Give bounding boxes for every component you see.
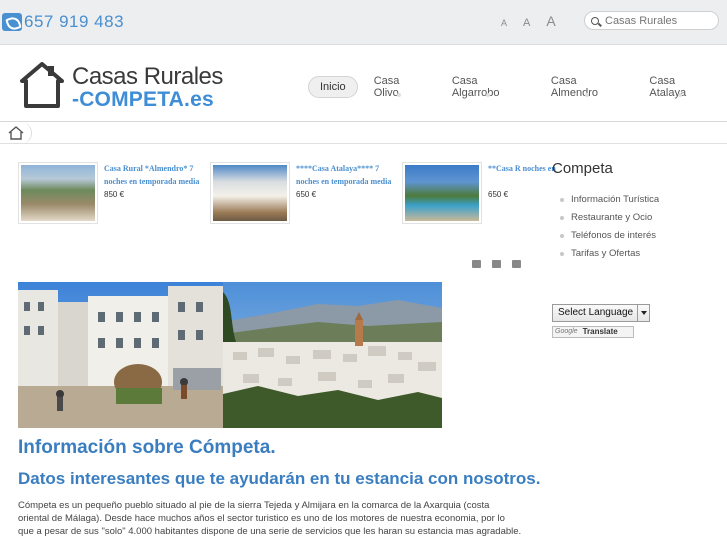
- page-subtitle: Datos interesantes que te ayudarán en tu…: [18, 469, 541, 488]
- featured-listings: Casa Rural *Almendro* 7 noches en tempor…: [18, 160, 594, 224]
- sidebar-item-telefonos[interactable]: Teléfonos de interés: [560, 227, 712, 245]
- search-input[interactable]: [605, 14, 713, 27]
- nav-label: Casa Almendro: [550, 75, 598, 99]
- home-breadcrumb[interactable]: [0, 122, 32, 144]
- chevron-down-icon: [637, 305, 649, 321]
- top-bar: 657 919 483 A A A: [0, 0, 727, 45]
- sidebar-item-restaurante-ocio[interactable]: Restaurante y Ocio: [560, 209, 712, 227]
- sidebar: Competa Información Turística Restaurant…: [552, 160, 712, 263]
- featured-title[interactable]: Casa Rural *Almendro* 7 noches en tempor…: [104, 162, 204, 188]
- breadcrumb: [0, 122, 727, 144]
- logo-line-1: Casas Rurales: [72, 63, 223, 90]
- nav-dot: [485, 93, 490, 97]
- translate-label: Translate: [582, 327, 618, 336]
- font-size-large-button[interactable]: A: [546, 13, 555, 29]
- site-logo[interactable]: Casas Rurales -COMPETA.es: [20, 60, 225, 112]
- nav-label: Casa Olivo: [373, 75, 400, 99]
- nav-item-casa-algarrobo[interactable]: Casa Algarrobo: [441, 71, 535, 103]
- pdf-icon[interactable]: [472, 260, 481, 268]
- featured-item[interactable]: Casa Rural *Almendro* 7 noches en tempor…: [18, 160, 210, 224]
- header: Casas Rurales -COMPETA.es Inicio Casa Ol…: [0, 46, 727, 122]
- font-size-small-button[interactable]: A: [501, 18, 507, 28]
- competa-photo-image: [18, 282, 442, 428]
- nav-label: Casa Algarrobo: [451, 75, 500, 99]
- phone-number: 657 919 483: [24, 12, 125, 31]
- article-tools: [472, 260, 521, 268]
- print-icon[interactable]: [492, 260, 501, 268]
- featured-thumbnail[interactable]: [402, 162, 482, 224]
- nav-dot: [397, 93, 402, 97]
- main-nav: Inicio Casa Olivo Casa Algarrobo Casa Al…: [308, 71, 727, 103]
- language-select[interactable]: Select Language: [552, 304, 650, 322]
- email-icon[interactable]: [512, 260, 521, 268]
- featured-title[interactable]: ****Casa Atalaya**** 7 noches en tempora…: [296, 162, 396, 188]
- featured-thumbnail[interactable]: [210, 162, 290, 224]
- language-select-value: Select Language: [558, 307, 634, 318]
- nav-label: Inicio: [320, 81, 346, 93]
- article-body: Cómpeta es un pequeño pueblo situado al …: [18, 500, 522, 537]
- nav-item-casa-olivo[interactable]: Casa Olivo: [363, 71, 436, 103]
- featured-item[interactable]: ****Casa Atalaya**** 7 noches en tempora…: [210, 160, 402, 224]
- home-icon: [8, 126, 24, 140]
- phone-icon: [2, 13, 22, 31]
- featured-price: 650 €: [296, 190, 317, 199]
- featured-price: 850 €: [104, 190, 125, 199]
- nav-item-inicio[interactable]: Inicio: [308, 76, 358, 98]
- nav-dot: [584, 93, 589, 97]
- nav-item-casa-almendro[interactable]: Casa Almendro: [540, 71, 634, 103]
- featured-thumbnail[interactable]: [18, 162, 98, 224]
- competa-photo: [18, 282, 442, 428]
- phone-contact: 657 919 483: [2, 12, 124, 32]
- font-size-controls: A A A: [501, 13, 556, 29]
- search-box: [584, 11, 719, 30]
- sidebar-item-tarifas[interactable]: Tarifas y Ofertas: [560, 245, 712, 263]
- house-logo-icon: [20, 62, 64, 108]
- google-translate-badge[interactable]: Google Translate: [552, 326, 634, 338]
- nav-item-casa-atalaya[interactable]: Casa Atalaya: [638, 71, 722, 103]
- logo-line-2: -COMPETA.es: [72, 88, 214, 111]
- search-icon: [591, 16, 599, 25]
- sidebar-title: Competa: [552, 160, 613, 177]
- google-logo: Google: [555, 328, 578, 335]
- sidebar-item-informacion-turistica[interactable]: Información Turística: [560, 191, 712, 209]
- featured-price: 650 €: [488, 190, 509, 199]
- page-title: Información sobre Cómpeta.: [18, 437, 276, 458]
- font-size-medium-button[interactable]: A: [523, 17, 530, 29]
